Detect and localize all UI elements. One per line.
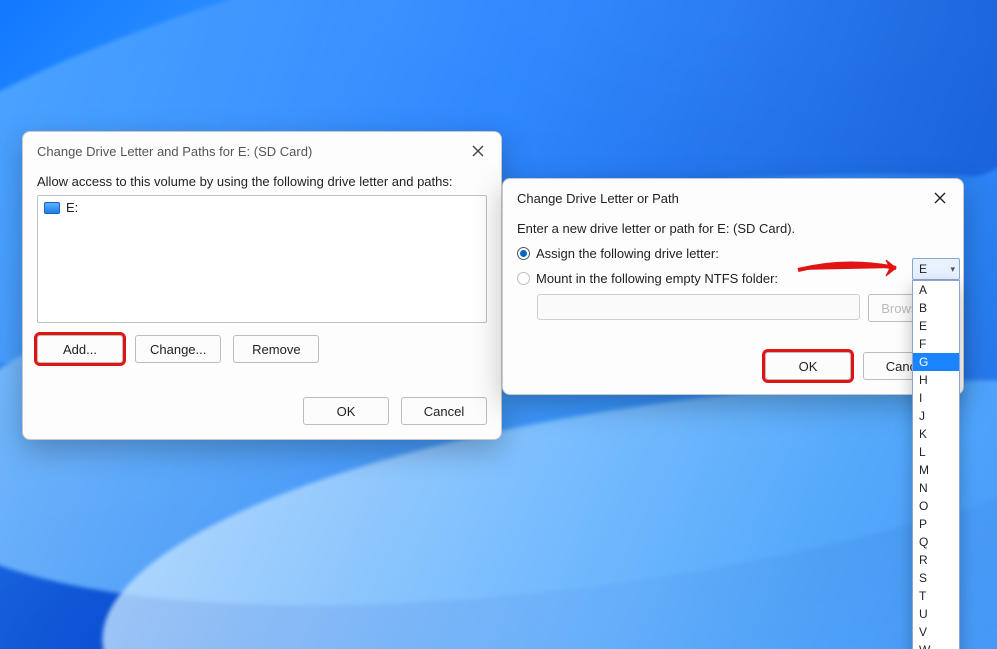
drive-label: E: — [66, 200, 78, 215]
drive-letter-option[interactable]: R — [913, 551, 959, 569]
chevron-down-icon: ▾ — [950, 264, 955, 275]
drive-letter-option[interactable]: P — [913, 515, 959, 533]
change-drive-letter-or-path-dialog: Change Drive Letter or Path Enter a new … — [502, 178, 964, 395]
drive-letter-option[interactable]: K — [913, 425, 959, 443]
cancel-button[interactable]: Cancel — [401, 397, 487, 425]
selected-letter: E — [919, 262, 927, 276]
drive-letter-option[interactable]: W — [913, 641, 959, 649]
ok-button[interactable]: OK — [303, 397, 389, 425]
dialog2-title: Change Drive Letter or Path — [517, 191, 679, 206]
assign-letter-radio[interactable] — [517, 247, 530, 260]
drive-letter-option[interactable]: L — [913, 443, 959, 461]
drive-letter-option[interactable]: M — [913, 461, 959, 479]
dialog2-titlebar: Change Drive Letter or Path — [503, 179, 963, 215]
dialog1-title: Change Drive Letter and Paths for E: (SD… — [37, 144, 312, 159]
drive-letter-option[interactable]: T — [913, 587, 959, 605]
dialog2-instruction: Enter a new drive letter or path for E: … — [517, 221, 949, 236]
dialog1-instruction: Allow access to this volume by using the… — [37, 174, 487, 189]
drive-letter-option[interactable]: Q — [913, 533, 959, 551]
add-button[interactable]: Add... — [37, 335, 123, 363]
remove-button[interactable]: Remove — [233, 335, 319, 363]
drive-letter-option[interactable]: E — [913, 317, 959, 335]
drive-letter-option[interactable]: H — [913, 371, 959, 389]
list-item[interactable]: E: — [44, 200, 480, 215]
drive-letter-option[interactable]: A — [913, 281, 959, 299]
drive-letter-option[interactable]: O — [913, 497, 959, 515]
drive-letter-option[interactable]: F — [913, 335, 959, 353]
ok-button[interactable]: OK — [765, 352, 851, 380]
drive-letter-option[interactable]: I — [913, 389, 959, 407]
drive-icon — [44, 202, 60, 214]
drive-letter-dropdown[interactable]: ABEFGHIJKLMNOPQRSTUVWXY — [912, 280, 960, 649]
paths-listbox[interactable]: E: — [37, 195, 487, 323]
assign-letter-label: Assign the following drive letter: — [536, 246, 719, 261]
close-icon[interactable] — [469, 142, 487, 160]
drive-letter-option[interactable]: N — [913, 479, 959, 497]
drive-letter-select[interactable]: E ▾ — [912, 258, 960, 280]
change-button[interactable]: Change... — [135, 335, 221, 363]
drive-letter-option[interactable]: G — [913, 353, 959, 371]
mount-folder-label: Mount in the following empty NTFS folder… — [536, 271, 778, 286]
drive-letter-option[interactable]: S — [913, 569, 959, 587]
mount-path-input — [537, 294, 860, 320]
mount-folder-radio[interactable] — [517, 272, 530, 285]
change-drive-letter-paths-dialog: Change Drive Letter and Paths for E: (SD… — [22, 131, 502, 440]
drive-letter-option[interactable]: U — [913, 605, 959, 623]
drive-letter-option[interactable]: B — [913, 299, 959, 317]
close-icon[interactable] — [931, 189, 949, 207]
drive-letter-option[interactable]: J — [913, 407, 959, 425]
dialog1-titlebar: Change Drive Letter and Paths for E: (SD… — [23, 132, 501, 168]
drive-letter-option[interactable]: V — [913, 623, 959, 641]
